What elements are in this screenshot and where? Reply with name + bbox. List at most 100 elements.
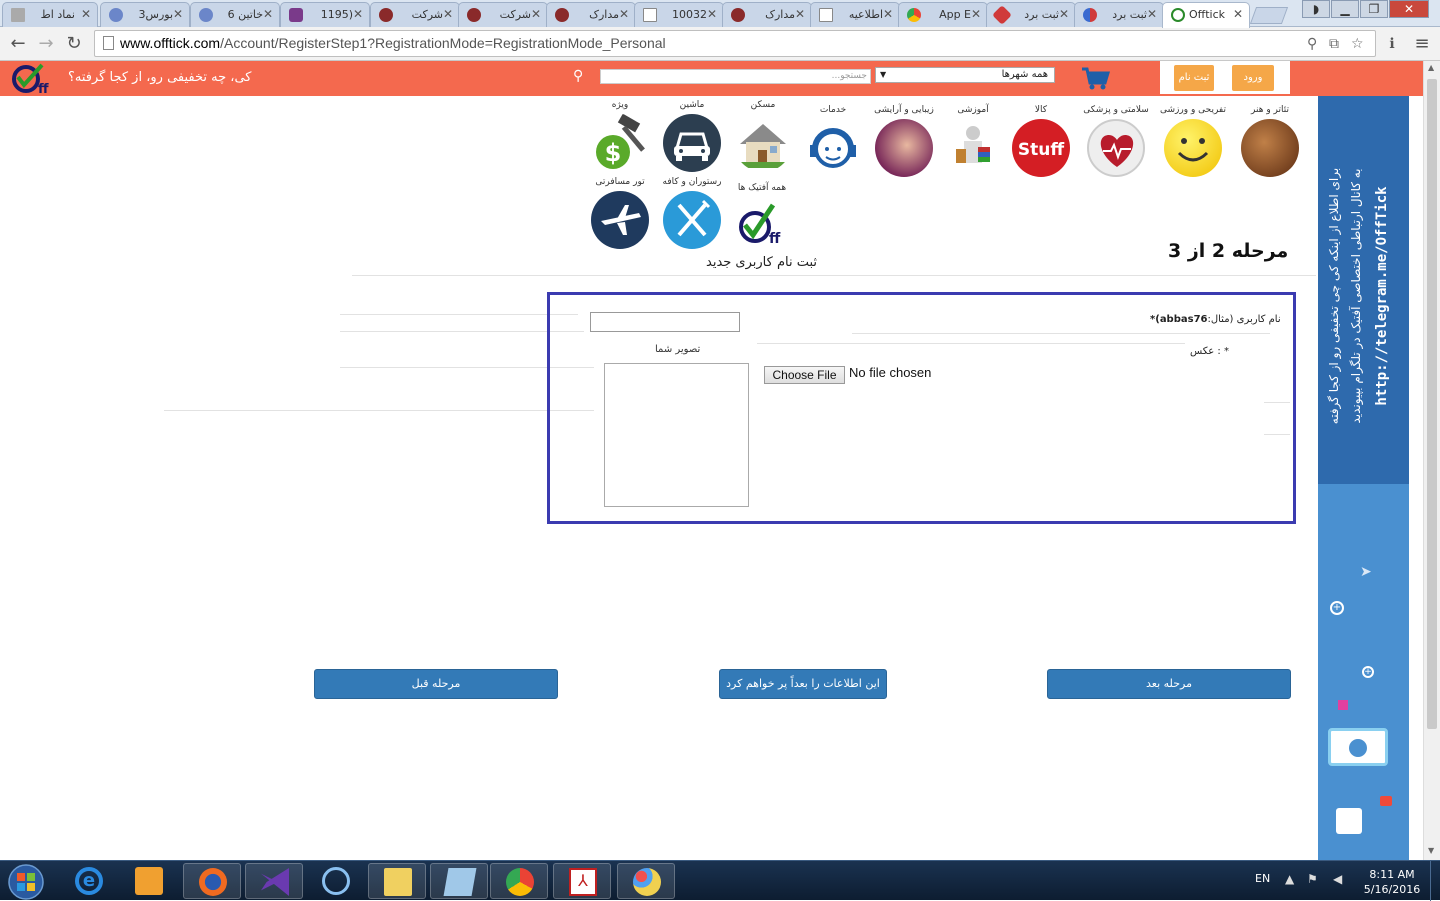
forward-icon[interactable]: → bbox=[34, 32, 58, 56]
zoom-icon[interactable]: ⚲ bbox=[1307, 36, 1317, 52]
bookmark-star-icon[interactable]: ☆ bbox=[1351, 36, 1364, 52]
new-tab-button[interactable] bbox=[1249, 7, 1289, 24]
show-desktop-button[interactable] bbox=[1430, 861, 1440, 901]
shopping-cart-icon[interactable] bbox=[1080, 65, 1110, 91]
offtick-logo-icon: ff bbox=[733, 197, 791, 255]
tray-expand-icon[interactable]: ▲ bbox=[1285, 872, 1294, 886]
category-services[interactable]: خدمات bbox=[798, 103, 868, 177]
close-icon[interactable]: ✕ bbox=[619, 7, 629, 21]
scrollbar-thumb[interactable] bbox=[1427, 79, 1437, 729]
taskbar-explorer[interactable] bbox=[368, 863, 426, 899]
category-cars[interactable]: ماشین bbox=[657, 98, 727, 172]
minimize-button[interactable]: ▁ bbox=[1331, 0, 1359, 18]
browser-tab-active[interactable]: Offtick ✕ bbox=[1162, 2, 1250, 28]
close-icon[interactable]: ✕ bbox=[263, 7, 273, 21]
restore-button[interactable]: ❐ bbox=[1360, 0, 1388, 18]
city-select[interactable]: همه شهرها ▼ bbox=[875, 67, 1055, 83]
address-bar[interactable]: www.offtick.com/Account/RegisterStep1?Re… bbox=[94, 30, 1376, 57]
taskbar-ie[interactable]: e bbox=[60, 863, 118, 899]
category-travel[interactable]: تور مسافرتی bbox=[585, 175, 655, 249]
telegram-banner[interactable]: برای اطلاع از اینکه کی چی تخفیفی رو از ک… bbox=[1318, 96, 1409, 860]
register-button[interactable]: ثبت نام bbox=[1174, 65, 1214, 91]
browser-tab[interactable]: 10032 ✕ bbox=[634, 2, 724, 27]
taskbar-chrome[interactable] bbox=[490, 863, 548, 899]
category-beauty[interactable]: زیبایی و آرایشی bbox=[869, 103, 939, 177]
translate-icon[interactable]: ⧉ bbox=[1329, 36, 1339, 52]
close-icon[interactable]: ✕ bbox=[1059, 7, 1069, 21]
browser-tab[interactable]: بورس3 ✕ bbox=[100, 2, 190, 27]
browser-tab[interactable]: مدارک ✕ bbox=[722, 2, 812, 27]
browser-tab[interactable]: مدارک ✕ bbox=[546, 2, 636, 27]
category-restaurant[interactable]: رستوران و کافه bbox=[657, 175, 727, 249]
taskbar-paint[interactable] bbox=[617, 863, 675, 899]
banner-text: برای اطلاع از اینکه کی چی تخفیفی رو از ک… bbox=[1327, 168, 1390, 424]
browser-tab[interactable]: اطلاعیه ✕ bbox=[810, 2, 900, 27]
start-button[interactable] bbox=[6, 863, 46, 901]
category-health[interactable]: سلامتی و پزشکی bbox=[1081, 103, 1151, 177]
browser-tab[interactable]: خاتین 6 ✕ bbox=[190, 2, 280, 27]
close-icon[interactable]: ✕ bbox=[81, 7, 91, 21]
user-icon[interactable]: ◗ bbox=[1302, 0, 1330, 18]
category-education[interactable]: آموزشی bbox=[938, 103, 1008, 177]
taskbar-visual-studio[interactable] bbox=[245, 863, 303, 899]
close-icon[interactable]: ✕ bbox=[707, 7, 717, 21]
flag-icon[interactable]: ⚑ bbox=[1307, 872, 1318, 886]
taskbar-app[interactable] bbox=[307, 863, 365, 899]
close-window-button[interactable]: ✕ bbox=[1389, 0, 1429, 18]
scroll-down-icon[interactable]: ▼ bbox=[1428, 846, 1434, 855]
close-icon[interactable]: ✕ bbox=[883, 7, 893, 21]
photo-caption: تصویر شما bbox=[655, 344, 701, 355]
category-theater[interactable]: تئاتر و هنر bbox=[1235, 103, 1305, 177]
browser-tab[interactable]: App E ✕ bbox=[898, 2, 988, 27]
divider bbox=[352, 275, 1316, 276]
search-input[interactable]: جستجو... bbox=[600, 69, 871, 84]
back-icon[interactable]: ← bbox=[6, 32, 30, 56]
banner-link: http://telegram.me/OffTick bbox=[1374, 186, 1390, 406]
language-indicator[interactable]: EN bbox=[1255, 872, 1270, 885]
search-icon[interactable]: ⚲ bbox=[573, 68, 583, 84]
browser-tab[interactable]: ثبت برد ✕ bbox=[986, 2, 1076, 27]
skip-button[interactable]: این اطلاعات را بعداً پر خواهم کرد bbox=[719, 669, 887, 699]
site-icon bbox=[199, 8, 213, 22]
stuff-icon: Stuff bbox=[1012, 119, 1070, 177]
close-icon[interactable]: ✕ bbox=[1147, 7, 1157, 21]
close-icon[interactable]: ✕ bbox=[531, 7, 541, 21]
close-icon[interactable]: ✕ bbox=[173, 7, 183, 21]
username-input[interactable] bbox=[590, 312, 740, 332]
close-icon[interactable]: ✕ bbox=[795, 7, 805, 21]
browser-tab[interactable]: شرکت ✕ bbox=[370, 2, 460, 27]
taskbar-notes[interactable] bbox=[430, 863, 488, 899]
menu-icon[interactable]: ≡ bbox=[1410, 32, 1434, 56]
svg-text:Stuff: Stuff bbox=[1018, 140, 1064, 160]
browser-tab[interactable]: (1195 ✕ bbox=[280, 2, 370, 27]
offtick-logo[interactable]: ff bbox=[12, 63, 60, 95]
system-clock[interactable]: 8:11 AM 5/16/2016 bbox=[1362, 867, 1422, 897]
category-label: تفریحی و ورزشی bbox=[1160, 105, 1226, 115]
taskbar-firefox[interactable] bbox=[183, 863, 241, 899]
category-housing[interactable]: مسکن bbox=[728, 98, 798, 172]
category-goods[interactable]: کالا Stuff bbox=[1006, 103, 1076, 177]
browser-tab[interactable]: ثبت برد ✕ bbox=[1074, 2, 1164, 27]
page-icon bbox=[643, 8, 657, 22]
login-button[interactable]: ورود bbox=[1232, 65, 1274, 91]
scroll-up-icon[interactable]: ▲ bbox=[1428, 63, 1434, 72]
page-scrollbar[interactable]: ▲ ▼ bbox=[1423, 61, 1440, 860]
browser-tab[interactable]: نماد اط ✕ bbox=[2, 2, 98, 27]
taskbar-acrobat[interactable]: ⅄ bbox=[553, 863, 611, 899]
next-step-button[interactable]: مرحله بعد bbox=[1047, 669, 1291, 699]
category-all[interactable]: همه آفتیک ها ff bbox=[727, 181, 797, 255]
taskbar-media[interactable] bbox=[120, 863, 178, 899]
info-icon[interactable]: ℹ bbox=[1380, 32, 1404, 56]
category-entertainment[interactable]: تفریحی و ورزشی bbox=[1158, 103, 1228, 177]
reload-icon[interactable]: ↻ bbox=[62, 32, 86, 56]
close-icon[interactable]: ✕ bbox=[1233, 7, 1243, 21]
site-icon bbox=[109, 8, 123, 22]
previous-step-button[interactable]: مرحله قبل bbox=[314, 669, 558, 699]
volume-icon[interactable]: ◀ bbox=[1333, 872, 1342, 886]
category-special[interactable]: ویژه $ bbox=[585, 98, 655, 172]
choose-file-button[interactable]: Choose File bbox=[764, 366, 845, 384]
browser-tab[interactable]: شرکت ✕ bbox=[458, 2, 548, 27]
close-icon[interactable]: ✕ bbox=[443, 7, 453, 21]
close-icon[interactable]: ✕ bbox=[353, 7, 363, 21]
close-icon[interactable]: ✕ bbox=[971, 7, 981, 21]
